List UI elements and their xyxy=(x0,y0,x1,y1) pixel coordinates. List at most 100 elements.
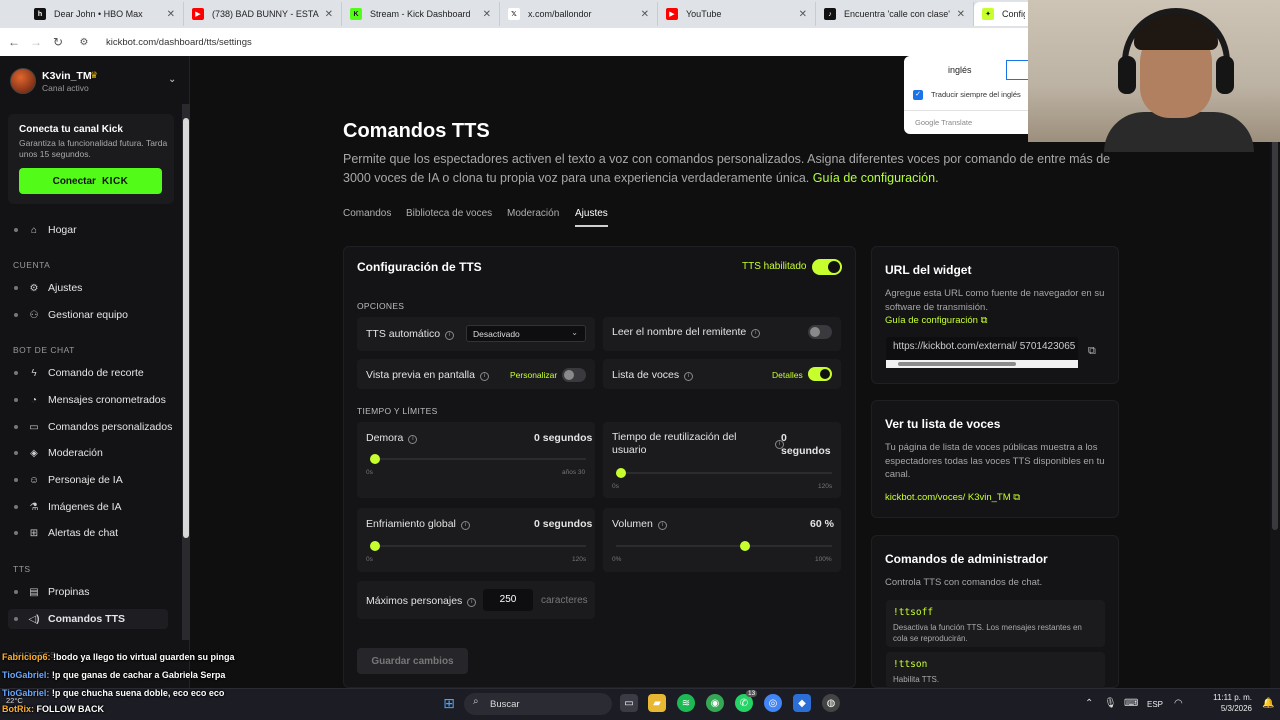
page-scrollbar[interactable] xyxy=(1270,104,1280,688)
chevron-up-icon[interactable]: ⌃ xyxy=(1085,698,1093,709)
robot-icon: ☺ xyxy=(28,474,40,486)
user-cooldown-handle[interactable] xyxy=(616,468,626,478)
file-explorer-icon[interactable]: ▰ xyxy=(648,694,666,712)
delay-track[interactable] xyxy=(370,458,586,460)
url-scrollbar[interactable] xyxy=(886,360,1078,368)
wallet-icon: ▤ xyxy=(29,586,39,598)
close-icon[interactable]: ✕ xyxy=(799,9,807,20)
browser-tab-kick[interactable]: K Stream - Kick Dashboard ✕ xyxy=(342,2,500,26)
sidebar-item-moderation[interactable]: ◈ Moderación xyxy=(14,443,103,463)
translate-language[interactable]: inglés xyxy=(948,65,972,75)
chrome-icon[interactable]: ◉ xyxy=(706,694,724,712)
info-icon[interactable]: i xyxy=(751,329,761,338)
url-scrollbar-thumb[interactable] xyxy=(898,362,1016,366)
voice-list-toggle[interactable] xyxy=(808,367,832,381)
close-icon[interactable]: ✕ xyxy=(483,9,491,20)
details-link[interactable]: Detalles xyxy=(772,370,803,380)
browser-tab-tiktok[interactable]: ♪ Encuentra 'calle con clase' en TikTok✕ xyxy=(816,2,974,26)
avatar[interactable] xyxy=(10,68,36,94)
info-icon[interactable]: i xyxy=(479,372,489,381)
microphone-icon[interactable]: 🎙 xyxy=(1104,698,1117,709)
info-icon[interactable]: i xyxy=(408,435,418,444)
windows-start-icon[interactable]: ⊞ xyxy=(440,694,458,712)
sidebar-item-timers[interactable]: ◔ Mensajes cronometrados xyxy=(14,390,166,410)
preview-toggle[interactable] xyxy=(562,368,586,382)
forward-icon[interactable]: → xyxy=(28,35,44,49)
user-cooldown-track[interactable] xyxy=(616,472,832,474)
save-button[interactable]: Guardar cambios xyxy=(357,648,468,674)
close-icon[interactable]: ✕ xyxy=(957,9,965,20)
info-icon[interactable]: i xyxy=(445,331,455,340)
tab-commands[interactable]: Comandos xyxy=(343,208,391,219)
volume-track[interactable] xyxy=(616,545,832,547)
read-sender-toggle[interactable] xyxy=(808,325,832,339)
volume-slider-handle[interactable] xyxy=(739,541,750,551)
sidebar-item-custom-commands[interactable]: ▭ Comandos personalizados xyxy=(14,417,172,437)
close-icon[interactable]: ✕ xyxy=(641,9,649,20)
checkbox-checked-icon[interactable]: ✓ xyxy=(913,90,923,100)
volume-value: 60 % xyxy=(810,518,834,530)
url-field[interactable]: kickbot.com/dashboard/tts/settings xyxy=(106,37,252,48)
sidebar-item-tts-commands[interactable]: ◁) Comandos TTS xyxy=(8,609,168,629)
chevron-down-icon[interactable]: ⌄ xyxy=(168,74,176,85)
close-icon[interactable]: ✕ xyxy=(167,9,175,20)
tab-voice-library[interactable]: Biblioteca de voces xyxy=(406,208,492,219)
sidebar-item-ai-images[interactable]: ⚗ Imágenes de IA xyxy=(14,497,122,517)
delay-label: Demora i xyxy=(366,432,418,444)
close-icon[interactable]: ✕ xyxy=(325,9,333,20)
taskbar-search[interactable]: ⌕ Buscar xyxy=(464,693,612,715)
taskbar-clock[interactable]: 11:11 p. m. 5/3/2026 xyxy=(1198,692,1252,714)
site-info-icon[interactable]: ⚙ xyxy=(76,37,92,48)
language-indicator[interactable]: ESP xyxy=(1147,700,1163,709)
delay-slider-handle[interactable] xyxy=(370,454,380,464)
auto-tts-select[interactable]: Desactivado ⌄ xyxy=(466,325,586,342)
chrome-profile-icon[interactable]: ◎ xyxy=(764,694,782,712)
hbo-icon: h xyxy=(34,8,46,20)
tts-enabled-toggle[interactable] xyxy=(812,259,842,275)
voice-list-link[interactable]: kickbot.com/voces/ K3vin_TM ⧉ xyxy=(885,491,1020,505)
global-cooldown-track[interactable] xyxy=(370,545,586,547)
widget-guide-link[interactable]: Guía de configuración ⧉ xyxy=(885,314,987,328)
app-icon[interactable]: ◆ xyxy=(793,694,811,712)
sidebar-item-home[interactable]: ⌂ Hogar xyxy=(14,220,77,240)
info-icon[interactable]: i xyxy=(657,521,667,530)
sidebar-item-clip[interactable]: ϟ Comando de recorte xyxy=(14,363,144,383)
spotify-icon[interactable]: ≋ xyxy=(677,694,695,712)
setup-guide-link[interactable]: Guía de configuración. xyxy=(813,171,939,185)
browser-tab-hbo[interactable]: h Dear John • HBO Max ✕ xyxy=(26,2,184,26)
info-icon[interactable]: i xyxy=(467,598,477,607)
global-cooldown-handle[interactable] xyxy=(370,541,380,551)
browser-tab-x[interactable]: 𝕏 x.com/ballondor ✕ xyxy=(500,2,658,26)
sidebar-item-ai-character[interactable]: ☺ Personaje de IA xyxy=(14,470,123,490)
translate-target-tab[interactable] xyxy=(1006,60,1028,80)
customize-link[interactable]: Personalizar xyxy=(510,370,557,380)
sidebar-scrollbar-thumb[interactable] xyxy=(183,118,189,538)
sidebar-item-team[interactable]: ⚇ Gestionar equipo xyxy=(14,305,128,325)
notification-bell-icon[interactable]: 🔔 xyxy=(1262,698,1274,709)
info-icon[interactable]: i xyxy=(684,372,694,381)
copy-icon[interactable]: ⧉ xyxy=(1088,345,1096,358)
task-view-icon[interactable]: ▭ xyxy=(620,694,638,712)
team-icon: ⚇ xyxy=(29,309,39,321)
info-icon[interactable]: i xyxy=(460,521,470,530)
browser-tab-youtube-music[interactable]: ▶ (738) BAD BUNNY - ESTAMOS BI...✕ xyxy=(184,2,342,26)
page-scrollbar-thumb[interactable] xyxy=(1272,110,1278,530)
tab-settings[interactable]: Ajustes xyxy=(575,208,608,219)
sidebar-item-settings[interactable]: ⚙ Ajustes xyxy=(14,278,82,298)
google-translate-brand: Google Translate xyxy=(915,118,973,127)
volume-label: Volumen i xyxy=(612,518,667,530)
browser-tab-youtube[interactable]: ▶ YouTube ✕ xyxy=(658,2,816,26)
connect-kick-button[interactable]: Conectar KICK xyxy=(19,168,162,194)
widget-url-field[interactable]: https://kickbot.com/external/ 5701423065 xyxy=(886,337,1078,368)
browser-tab-kickbot[interactable]: ✦ Configu xyxy=(974,2,1034,26)
max-chars-input[interactable]: 250 xyxy=(483,589,533,611)
reload-icon[interactable]: ↻ xyxy=(50,35,66,49)
kickbot-icon: ✦ xyxy=(982,8,994,20)
wifi-icon[interactable]: ◠ xyxy=(1174,698,1183,709)
back-icon[interactable]: ← xyxy=(6,35,22,49)
obs-icon[interactable]: ◍ xyxy=(822,694,840,712)
tab-moderation[interactable]: Moderación xyxy=(507,208,559,219)
keyboard-icon[interactable]: ⌨ xyxy=(1124,698,1138,709)
sidebar-item-tips[interactable]: ▤ Propinas xyxy=(14,582,89,602)
sidebar-item-chat-alerts[interactable]: ⊞ Alertas de chat xyxy=(14,523,118,543)
